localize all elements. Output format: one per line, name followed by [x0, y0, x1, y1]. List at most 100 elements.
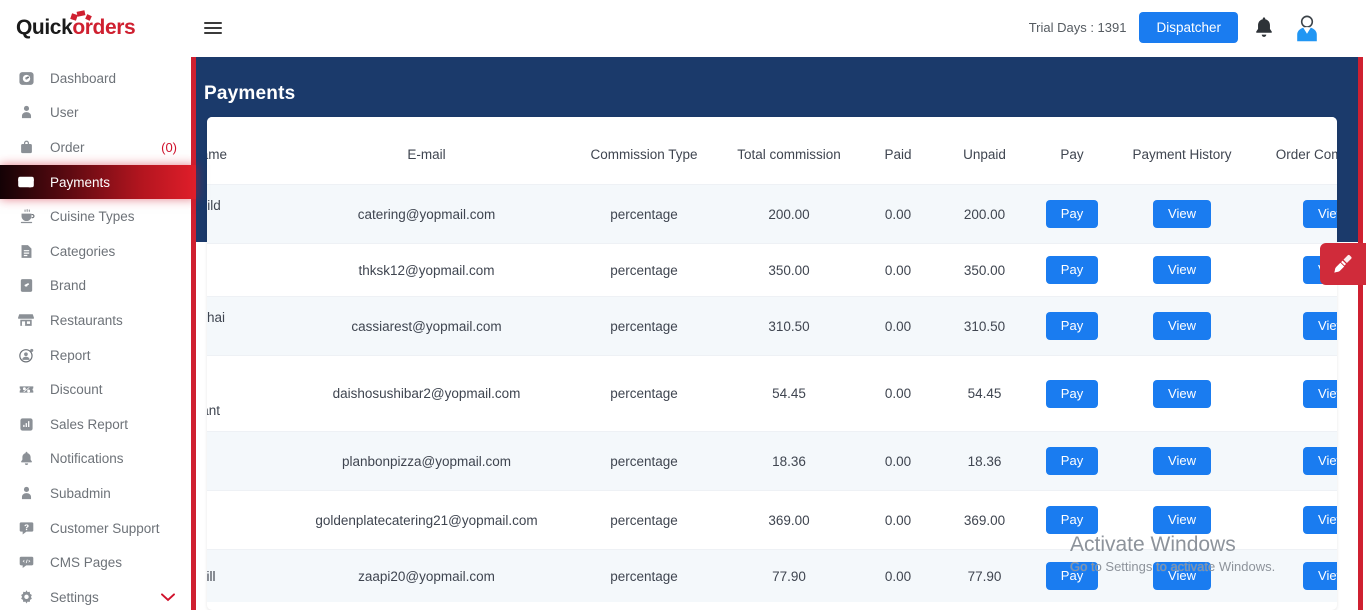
sidebar-item-cuisine-types[interactable]: Cuisine Types [0, 199, 191, 234]
brand-logo[interactable]: Quickorders [0, 0, 191, 55]
cell-name: Urban Wild Utopia [207, 184, 284, 244]
cell-total-commission: 54.45 [719, 355, 859, 432]
table-scroll-region[interactable]: Name E-mail Commission Type Total commis… [207, 117, 1337, 602]
coffee-cup-icon [16, 207, 36, 227]
view-payment-history-button[interactable]: View [1153, 506, 1211, 534]
cell-paid: 0.00 [859, 431, 937, 491]
table-header-row: Name E-mail Commission Type Total commis… [207, 117, 1337, 185]
pay-button[interactable]: Pay [1045, 379, 1099, 408]
column-header-paid[interactable]: Paid [859, 117, 937, 185]
gear-icon [16, 587, 36, 607]
cell-unpaid: 350.00 [937, 243, 1032, 297]
cell-pay: Pay [1032, 490, 1112, 550]
bell-icon[interactable] [1251, 14, 1277, 41]
cell-name: Cassia Thai Food [207, 296, 284, 356]
sidebar-item-cms-pages[interactable]: CMS Pages [0, 545, 191, 580]
speedometer-icon [16, 68, 36, 88]
sidebar-item-label: Brand [50, 278, 87, 294]
pay-button[interactable]: Pay [1045, 506, 1099, 534]
cell-order-commission: View [1252, 490, 1337, 550]
view-payment-history-button[interactable]: View [1153, 312, 1211, 340]
sidebar-item-brand[interactable]: Brand [0, 269, 191, 304]
hamburger-icon[interactable] [204, 17, 226, 39]
cell-paid: 0.00 [859, 184, 937, 244]
table-row: Golden Plategoldenplatecatering21@yopmai… [207, 490, 1337, 550]
payments-table: Name E-mail Commission Type Total commis… [207, 117, 1337, 602]
sidebar-item-sales-report[interactable]: Sales Report [0, 407, 191, 442]
table-body: Urban Wild Utopiacatering@yopmail.comper… [207, 184, 1337, 602]
sidebar-item-label: Sales Report [50, 416, 129, 432]
cell-commission-type: percentage [569, 184, 719, 244]
column-header-name[interactable]: Name [207, 117, 284, 185]
sidebar-item-report[interactable]: Report [0, 338, 191, 373]
view-order-commission-button[interactable]: View [1303, 200, 1337, 228]
cell-unpaid: 77.90 [937, 549, 1032, 602]
column-header-total-commission[interactable]: Total commission [719, 117, 859, 185]
sidebar-item-notifications[interactable]: Notifications [0, 442, 191, 477]
view-payment-history-button[interactable]: View [1153, 256, 1211, 284]
column-header-email[interactable]: E-mail [284, 117, 569, 185]
report-circle-icon [16, 345, 36, 365]
cell-name: Zaapi Grill [207, 549, 284, 602]
cell-total-commission: 369.00 [719, 490, 859, 550]
paintbrush-icon[interactable] [1320, 243, 1366, 285]
cell-email: thksk12@yopmail.com [284, 243, 569, 297]
sidebar-item-categories[interactable]: Categories [0, 234, 191, 269]
view-order-commission-button[interactable]: View [1303, 379, 1337, 408]
cell-total-commission: 310.50 [719, 296, 859, 356]
cell-pay: Pay [1032, 549, 1112, 602]
view-payment-history-button[interactable]: View [1153, 447, 1211, 475]
table-row: Ceciliathksk12@yopmail.compercentage350.… [207, 243, 1337, 297]
cell-order-commission: View [1252, 431, 1337, 491]
column-header-commission-type[interactable]: Commission Type [569, 117, 719, 185]
table-row: Cassia Thai Foodcassiarest@yopmail.compe… [207, 296, 1337, 356]
logo-sparkle-icon [70, 9, 93, 23]
sidebar-item-order[interactable]: Order (0) [0, 130, 191, 165]
pay-button[interactable]: Pay [1045, 200, 1099, 228]
cell-history: View [1112, 355, 1252, 432]
column-header-unpaid[interactable]: Unpaid [937, 117, 1032, 185]
column-header-order-commission: Order Commission [1252, 117, 1337, 185]
view-order-commission-button[interactable]: View [1303, 312, 1337, 340]
sidebar-item-label: Report [50, 347, 91, 363]
avatar[interactable] [1290, 11, 1324, 45]
sidebar-item-subadmin[interactable]: Subadmin [0, 476, 191, 511]
pay-button[interactable]: Pay [1045, 256, 1099, 284]
table-row: Urban Wild Utopiacatering@yopmail.comper… [207, 184, 1337, 244]
sidebar-item-restaurants[interactable]: Restaurants [0, 303, 191, 338]
document-list-icon [16, 241, 36, 261]
bar-chart-icon [16, 414, 36, 434]
column-header-pay: Pay [1032, 117, 1112, 185]
sidebar-item-label: Settings [50, 589, 99, 605]
table-head: Name E-mail Commission Type Total commis… [207, 117, 1337, 185]
chevron-down-icon[interactable] [161, 593, 191, 602]
table-row: Daisho Sushi Restaurantdaishosushibar2@y… [207, 355, 1337, 432]
view-order-commission-button[interactable]: View [1303, 562, 1337, 590]
column-header-payment-history: Payment History [1112, 117, 1252, 185]
view-payment-history-button[interactable]: View [1153, 200, 1211, 228]
code-chat-icon [16, 553, 36, 573]
sidebar-item-dashboard[interactable]: Dashboard [0, 61, 191, 96]
tag-icon [16, 276, 36, 296]
cell-paid: 0.00 [859, 549, 937, 602]
sidebar-item-user[interactable]: User [0, 96, 191, 131]
sidebar-item-discount[interactable]: Discount [0, 372, 191, 407]
sidebar-item-settings[interactable]: Settings [0, 580, 191, 610]
pay-button[interactable]: Pay [1045, 562, 1099, 590]
view-order-commission-button[interactable]: View [1303, 447, 1337, 475]
cell-paid: 0.00 [859, 490, 937, 550]
cell-commission-type: percentage [569, 490, 719, 550]
cell-order-commission: View [1252, 549, 1337, 602]
pay-button[interactable]: Pay [1045, 312, 1099, 340]
view-payment-history-button[interactable]: View [1153, 379, 1211, 408]
view-order-commission-button[interactable]: View [1303, 506, 1337, 534]
pay-button[interactable]: Pay [1045, 447, 1099, 475]
user-icon [16, 103, 36, 123]
dispatcher-button[interactable]: Dispatcher [1139, 12, 1238, 43]
sidebar-item-customer-support[interactable]: Customer Support [0, 511, 191, 546]
sidebar-item-label: Subadmin [50, 485, 111, 501]
sidebar-item-payments[interactable]: Payments [0, 164, 196, 200]
cell-history: View [1112, 549, 1252, 602]
credit-card-icon [16, 172, 36, 192]
view-payment-history-button[interactable]: View [1153, 562, 1211, 590]
